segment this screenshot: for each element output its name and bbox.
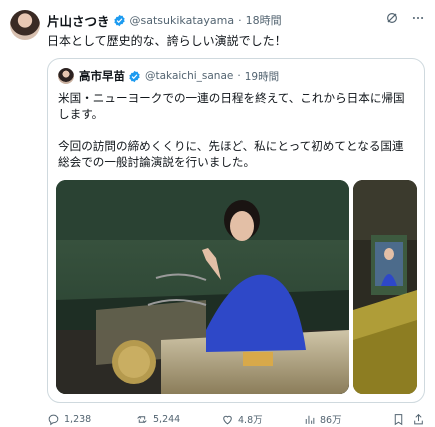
quoted-paragraph: 米国・ニューヨークでの一連の日程を終えて、これから日本に帰国します。: [58, 91, 405, 121]
quoted-timestamp: 19時間: [244, 70, 280, 83]
share-button[interactable]: [412, 413, 429, 426]
photo-speech[interactable]: [56, 180, 349, 394]
quoted-tweet[interactable]: 高市早苗 @takaichi_sanae · 19時間 米国・ニューヨークでの一…: [47, 58, 425, 403]
verified-badge-icon: [129, 70, 140, 82]
photo-assembly[interactable]: [353, 180, 417, 394]
repost-button[interactable]: 5,244: [136, 413, 180, 426]
quoted-text: 米国・ニューヨークでの一連の日程を終えて、これから日本に帰国します。 今回の訪問…: [58, 90, 414, 186]
author-handle[interactable]: @satsukikatayama: [130, 14, 235, 27]
action-bar: 1,238 5,244 4.8万 86万: [47, 411, 425, 427]
quoted-author-name: 高市早苗: [79, 69, 125, 83]
quoted-paragraph: 今回の訪問の締めくくりに、先ほど、私にとって初めてとなる国連総会での一般討論演説…: [58, 139, 404, 169]
reply-button[interactable]: 1,238: [47, 413, 91, 426]
separator: ·: [237, 70, 241, 82]
share-icon: [414, 413, 423, 424]
separator: ·: [238, 13, 242, 27]
reply-icon: [48, 414, 59, 425]
like-button[interactable]: 4.8万: [221, 412, 263, 426]
tweet[interactable]: 片山さつき @satsukikatayama · 18時間 日本として歴史的な、…: [0, 0, 435, 427]
photo-speech-image: [56, 180, 349, 394]
repost-icon: [137, 415, 147, 423]
more-options-icon[interactable]: [411, 11, 425, 25]
photo-assembly-image: [353, 180, 417, 394]
quoted-author-handle: @takaichi_sanae: [145, 70, 234, 82]
tweet-text: 日本として歴史的な、誇らしい演説でした！: [47, 34, 287, 48]
views-button[interactable]: 86万: [303, 412, 342, 426]
grok-icon[interactable]: [385, 11, 399, 25]
quoted-avatar: [58, 68, 74, 84]
like-count: 4.8万: [238, 415, 263, 426]
bookmark-button[interactable]: [392, 413, 409, 426]
heart-icon: [223, 415, 232, 424]
avatar[interactable]: [10, 10, 40, 40]
views-count: 86万: [320, 415, 342, 426]
timestamp[interactable]: 18時間: [246, 12, 282, 28]
quoted-header: 高市早苗 @takaichi_sanae · 19時間: [58, 68, 279, 84]
verified-badge-icon: [113, 14, 125, 26]
tweet-header: 片山さつき @satsukikatayama · 18時間: [47, 11, 425, 29]
media-grid: [56, 180, 417, 394]
author-name[interactable]: 片山さつき: [47, 11, 110, 30]
views-icon: [305, 415, 315, 424]
reply-count: 1,238: [64, 413, 92, 425]
bookmark-icon: [394, 413, 403, 425]
repost-count: 5,244: [153, 413, 181, 425]
